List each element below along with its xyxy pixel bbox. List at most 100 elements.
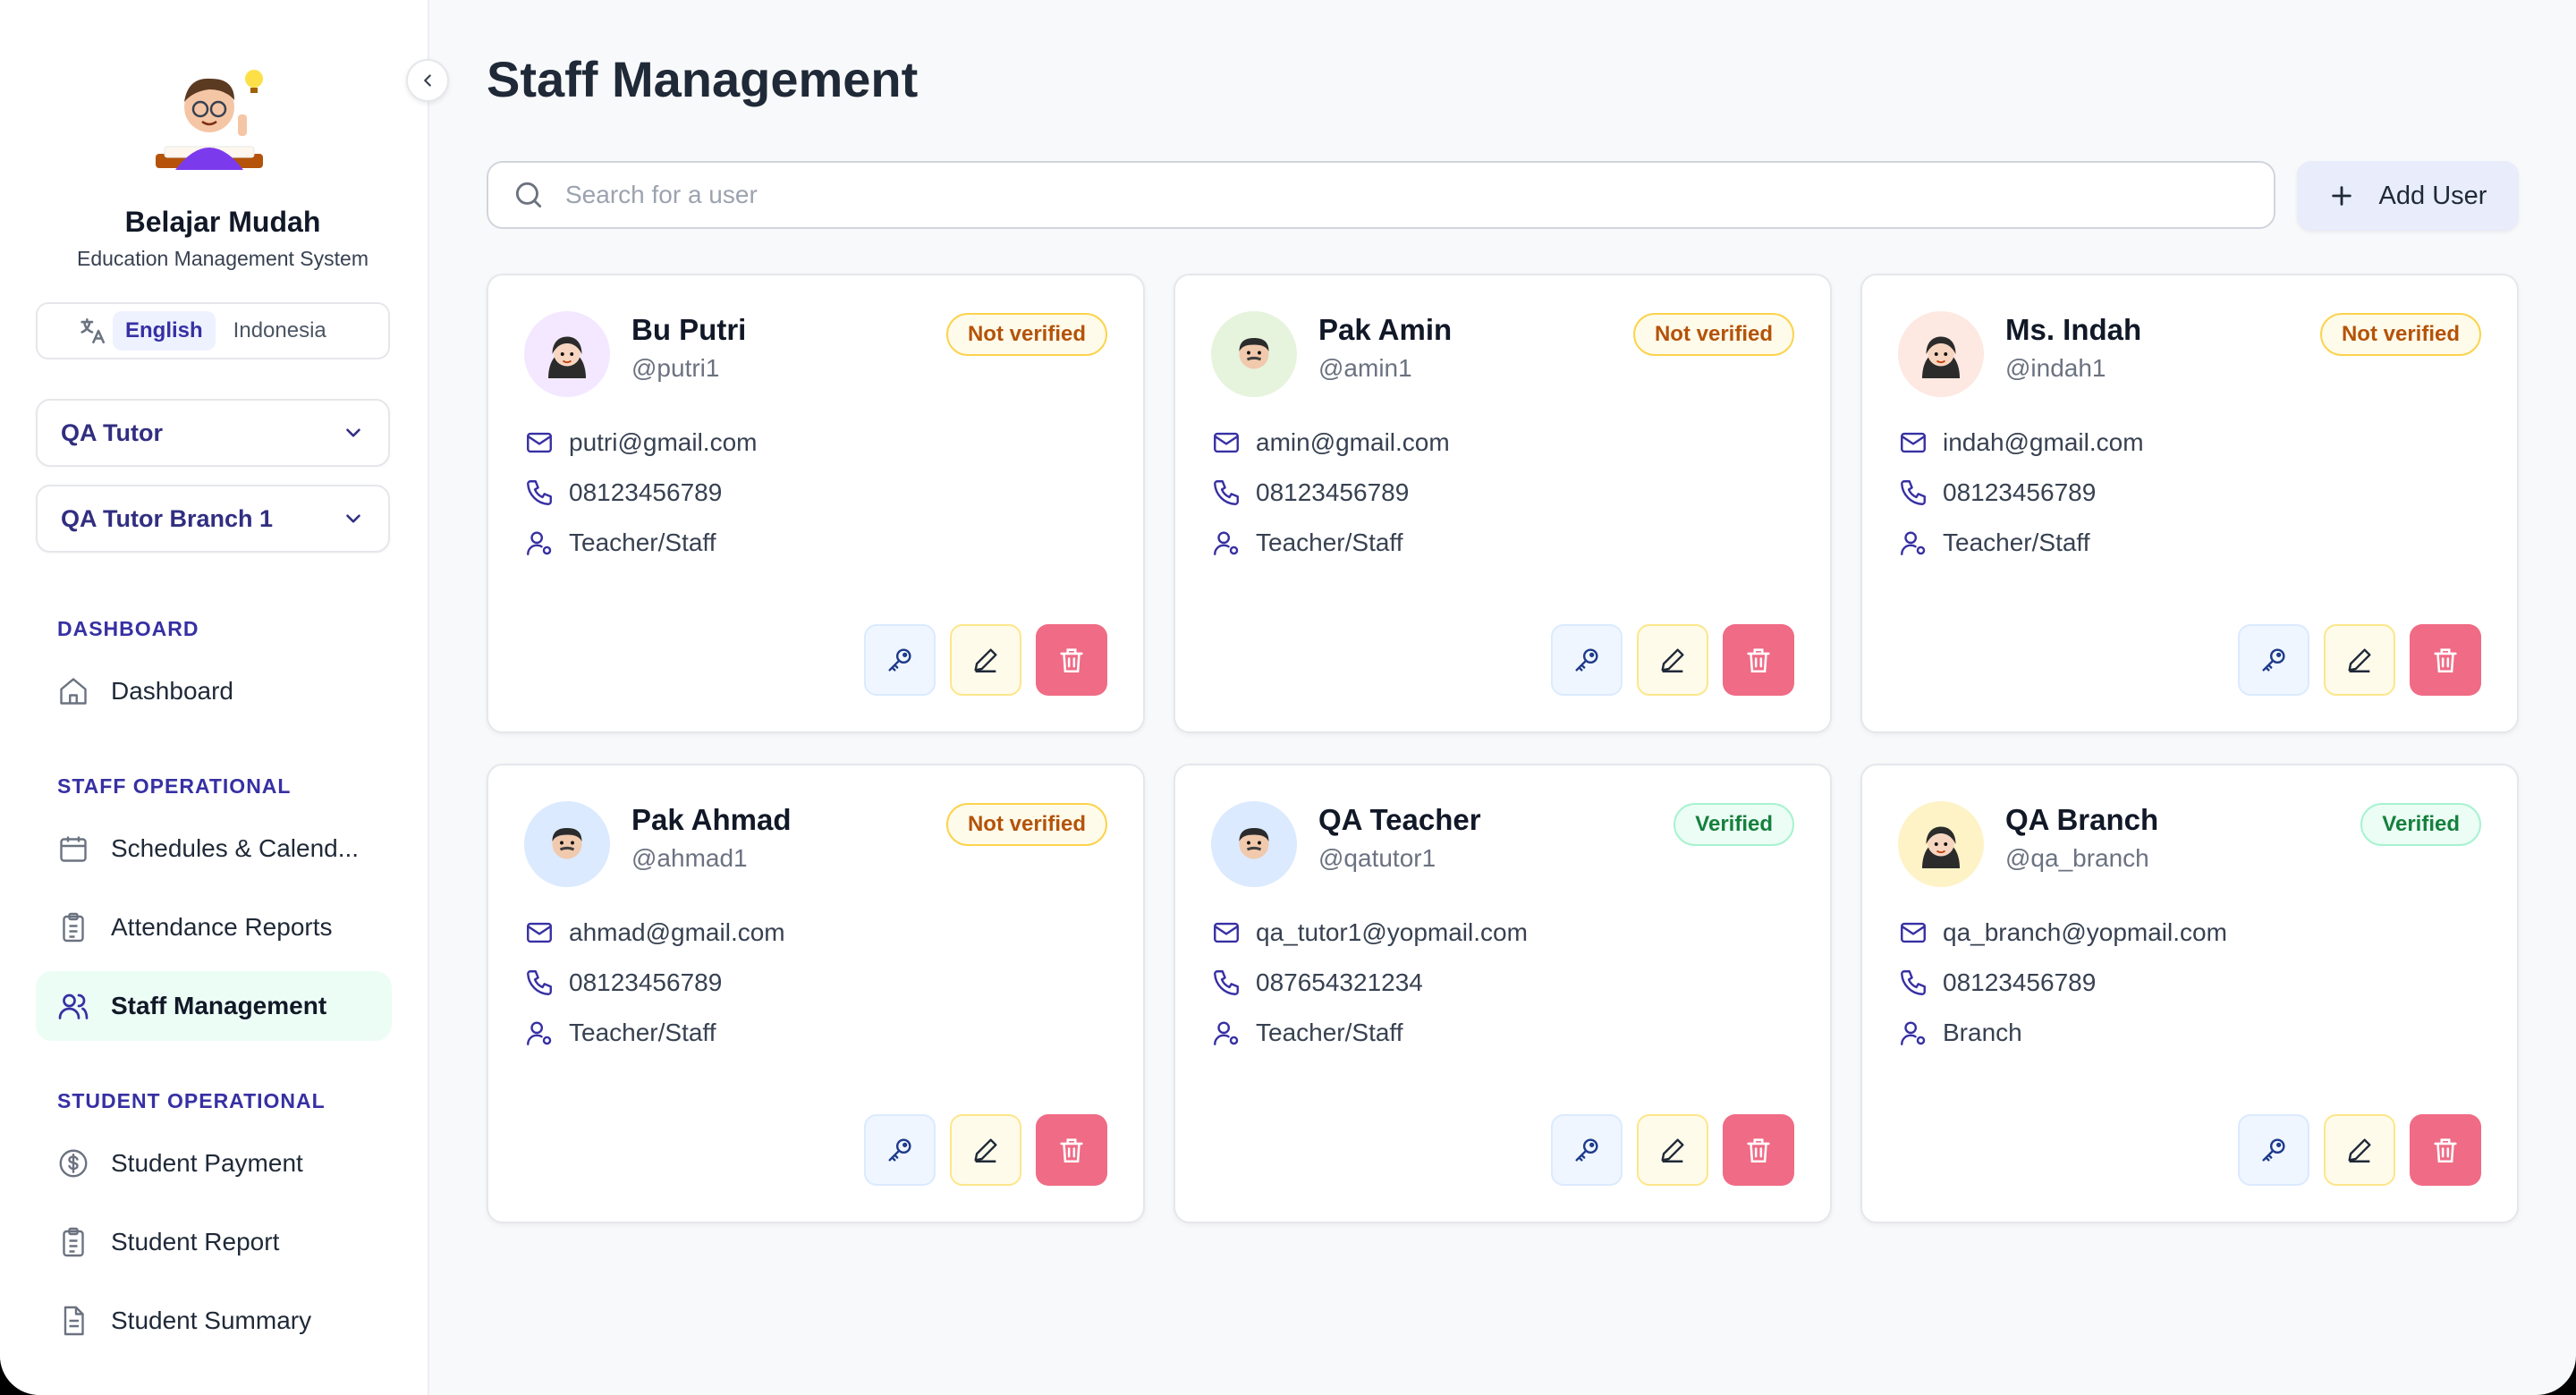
- key-icon: [888, 1138, 911, 1162]
- key-icon: [2262, 648, 2285, 672]
- phone-icon: [1214, 480, 1239, 505]
- delete-button[interactable]: [1723, 624, 1794, 696]
- add-user-label: Add User: [2378, 181, 2487, 210]
- branch-select-value: QA Tutor Branch 1: [61, 504, 274, 532]
- sidebar-item-label: Attendance Reports: [111, 913, 333, 941]
- phone-icon: [527, 480, 552, 505]
- delete-button[interactable]: [2410, 1114, 2481, 1186]
- edit-button[interactable]: [950, 1114, 1021, 1186]
- lang-option-indonesia[interactable]: Indonesia: [221, 311, 339, 351]
- edit-icon: [2348, 648, 2371, 672]
- staff-role: Branch: [1943, 1019, 2022, 1046]
- staff-email-row: putri@gmail.com: [524, 427, 757, 458]
- staff-phone: 08123456789: [1256, 478, 1410, 506]
- section-title-staff: STAFF OPERATIONAL: [57, 774, 292, 798]
- trash-icon: [1060, 1138, 1083, 1163]
- collapse-sidebar-button[interactable]: [406, 59, 449, 102]
- chevron-down-icon: [346, 514, 360, 523]
- staff-role-row: Teacher/Staff: [1898, 528, 2089, 558]
- staff-email: amin@gmail.com: [1256, 428, 1450, 456]
- avatar: [524, 311, 610, 397]
- clipboard-icon: [63, 1227, 84, 1257]
- reset-password-button[interactable]: [1551, 624, 1623, 696]
- trash-icon: [2434, 1138, 2457, 1163]
- mail-icon: [1214, 432, 1239, 453]
- tutor-select[interactable]: QA Tutor: [36, 399, 390, 467]
- search-input[interactable]: [564, 180, 2177, 210]
- staff-username: @indah1: [2005, 354, 2106, 382]
- user-role-icon: [527, 1021, 552, 1045]
- user-role-icon: [1214, 1021, 1239, 1045]
- key-icon: [888, 648, 911, 672]
- phone-icon: [527, 970, 552, 995]
- staff-name: Pak Ahmad: [631, 803, 792, 836]
- branch-select[interactable]: QA Tutor Branch 1: [36, 485, 390, 553]
- translate-icon: [80, 317, 106, 344]
- phone-icon: [1901, 480, 1926, 505]
- staff-role: Teacher/Staff: [1943, 528, 2090, 556]
- staff-role: Teacher/Staff: [1256, 528, 1403, 556]
- avatar-male-icon: [1239, 828, 1269, 859]
- delete-button[interactable]: [1723, 1114, 1794, 1186]
- status-badge: Not verified: [1632, 313, 1794, 356]
- avatar: [1211, 801, 1297, 887]
- delete-button[interactable]: [1036, 624, 1107, 696]
- edit-button[interactable]: [2324, 1114, 2395, 1186]
- staff-card: Ms. Indah @indah1 Not verified indah@gmail.…: [1860, 274, 2519, 733]
- staff-name: QA Teacher: [1318, 803, 1481, 836]
- lang-option-english[interactable]: English: [113, 311, 216, 351]
- sidebar-item-student-report[interactable]: Student Report: [36, 1207, 392, 1277]
- sidebar-item-label: Student Summary: [111, 1306, 312, 1334]
- sidebar-item-dashboard[interactable]: Dashboard: [36, 656, 392, 726]
- card-actions: [1551, 624, 1794, 696]
- staff-username: @amin1: [1318, 354, 1412, 382]
- reset-password-button[interactable]: [2238, 1114, 2309, 1186]
- staff-phone-row: 08123456789: [524, 478, 722, 508]
- sidebar-item-schedules[interactable]: Schedules & Calend...: [36, 814, 392, 884]
- edit-button[interactable]: [950, 624, 1021, 696]
- sidebar-item-student-summary[interactable]: Student Summary: [36, 1286, 392, 1356]
- staff-username: @putri1: [631, 354, 720, 382]
- add-user-button[interactable]: Add User: [2297, 161, 2519, 231]
- staff-email-row: amin@gmail.com: [1211, 427, 1450, 458]
- staff-email: ahmad@gmail.com: [569, 918, 785, 946]
- edit-button[interactable]: [2324, 624, 2395, 696]
- staff-phone: 08123456789: [569, 968, 723, 996]
- avatar: [524, 801, 610, 887]
- sidebar-item-attendance[interactable]: Attendance Reports: [36, 892, 392, 962]
- delete-button[interactable]: [2410, 624, 2481, 696]
- staff-email: qa_branch@yopmail.com: [1943, 918, 2227, 946]
- staff-email-row: ahmad@gmail.com: [524, 917, 785, 948]
- edit-button[interactable]: [1637, 1114, 1708, 1186]
- staff-email-row: qa_tutor1@yopmail.com: [1211, 917, 1528, 948]
- key-icon: [1575, 648, 1598, 672]
- edit-button[interactable]: [1637, 624, 1708, 696]
- reset-password-button[interactable]: [864, 1114, 936, 1186]
- sidebar-item-staff-management[interactable]: Staff Management: [36, 971, 392, 1041]
- reset-password-button[interactable]: [2238, 624, 2309, 696]
- staff-card: QA Teacher @qatutor1 Verified qa_tutor1@yop…: [1174, 764, 1832, 1223]
- staff-email: putri@gmail.com: [569, 428, 758, 456]
- sidebar-item-student-payment[interactable]: Student Payment: [36, 1129, 392, 1198]
- card-actions: [2238, 624, 2481, 696]
- staff-username: @qa_branch: [2005, 844, 2149, 872]
- reset-password-button[interactable]: [1551, 1114, 1623, 1186]
- mascot-logo: [156, 70, 263, 170]
- staff-role-row: Branch: [1898, 1018, 2022, 1048]
- edit-icon: [1661, 1138, 1684, 1162]
- tutor-select-value: QA Tutor: [61, 418, 163, 446]
- key-icon: [2262, 1138, 2285, 1162]
- status-badge: Not verified: [2319, 313, 2481, 356]
- status-badge: Verified: [1674, 803, 1794, 846]
- document-icon: [64, 1306, 84, 1336]
- reset-password-button[interactable]: [864, 624, 936, 696]
- staff-phone: 08123456789: [569, 478, 723, 506]
- staff-name: Bu Putri: [631, 313, 747, 346]
- staff-role-row: Teacher/Staff: [1211, 528, 1402, 558]
- staff-phone-row: 087654321234: [1211, 968, 1423, 998]
- clipboard-icon: [63, 912, 84, 943]
- status-badge: Not verified: [945, 803, 1107, 846]
- delete-button[interactable]: [1036, 1114, 1107, 1186]
- user-role-icon: [527, 531, 552, 555]
- avatar-male-icon: [1239, 338, 1269, 369]
